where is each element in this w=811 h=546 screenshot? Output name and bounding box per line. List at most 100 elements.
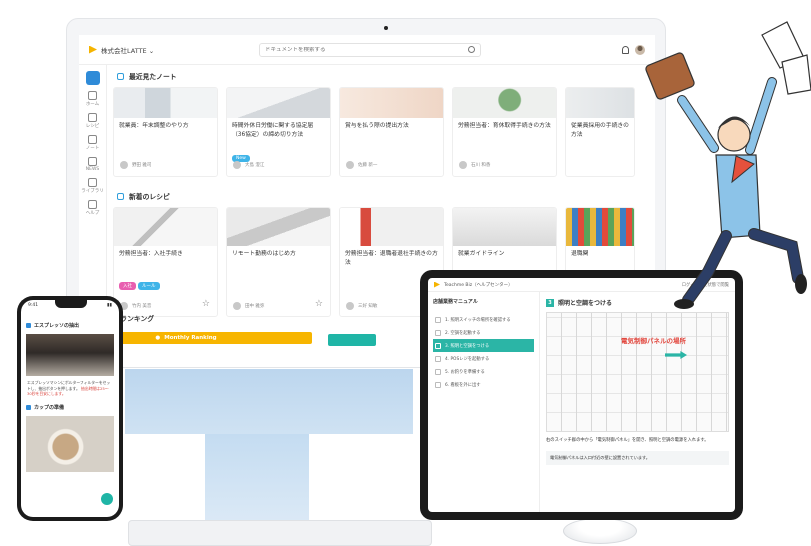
sidebar-item-home[interactable]: ホーム xyxy=(86,91,99,107)
ranking-bar-secondary[interactable] xyxy=(328,334,376,346)
card-author: 野田 雅司 xyxy=(120,161,151,169)
help-icon xyxy=(88,200,97,209)
sidebar-item-note[interactable]: ノート xyxy=(85,135,100,151)
org-name: 株式会社LATTE ⌄ xyxy=(101,46,155,55)
note-card[interactable]: 賞与を払う際の提出方法 佐藤 新一 xyxy=(339,87,444,177)
phone-screen: 9:41 ▮▮ エスプレッソの抽出 エスプレッソマシンにポルターフィルターをセッ… xyxy=(21,300,119,517)
author-avatar xyxy=(233,302,241,310)
callout-label: 電気制御パネルの場所 xyxy=(621,337,686,345)
step-icon xyxy=(26,404,31,410)
toc-item[interactable]: 4. POSレジを起動する xyxy=(433,352,534,365)
toc-item[interactable]: 6. 看板を外に出す xyxy=(433,378,534,391)
author-name: 竹内 美音 xyxy=(132,304,152,309)
note-card[interactable]: 労務担当者：育休取得手続きの方法 石川 和香 xyxy=(452,87,557,177)
pin-icon: ● xyxy=(155,335,161,341)
card-title: 賞与を払う際の提出方法 xyxy=(345,123,409,129)
tag-badge: 入社 xyxy=(119,282,136,290)
checkbox-icon[interactable] xyxy=(435,368,441,375)
ranking-label: Monthly Ranking xyxy=(164,335,217,341)
toc-title: 店舗業務マニュアル xyxy=(433,299,478,305)
note-box: 電気制御パネルは入口付近の壁に設置されています。 xyxy=(546,450,729,466)
card-thumbnail xyxy=(453,88,556,118)
section-title: エスプレッソの抽出 xyxy=(34,323,80,329)
card-thumbnail xyxy=(114,208,217,246)
toc-item-active[interactable]: 3. 照明と空調をつける xyxy=(433,339,534,352)
sidebar-item-recipe[interactable]: レシピ xyxy=(86,113,99,129)
monitor-neck xyxy=(125,369,413,434)
checkbox-icon[interactable] xyxy=(435,342,441,349)
card-title: 時間外休日労働に関する協定届（36協定）の締め切り方法 xyxy=(232,123,314,138)
sidebar-item-news[interactable]: NEWS xyxy=(85,157,100,172)
author-avatar xyxy=(346,302,354,310)
sidebar-item-help[interactable]: ヘルプ xyxy=(85,200,100,216)
toc-label: 5. お釣りを準備する xyxy=(445,369,485,375)
recipe-card[interactable]: リモート勤務のはじめ方 田中 雅弥 ☆ xyxy=(226,207,331,317)
briefcase-icon xyxy=(645,52,695,100)
card-thumbnail xyxy=(340,208,443,246)
author-name: 佐藤 新一 xyxy=(358,163,378,168)
monitor-stand xyxy=(205,434,309,522)
section-header-new: 新着のレシピ xyxy=(117,191,655,201)
step-icon xyxy=(26,323,31,328)
phone-section-header: エスプレッソの抽出 xyxy=(21,319,119,332)
toc-label: 4. POSレジを起動する xyxy=(445,356,490,362)
card-author: 石川 和香 xyxy=(459,161,490,169)
search-icon[interactable] xyxy=(468,46,475,53)
card-thumbnail xyxy=(453,208,556,246)
table-of-contents: 店舗業務マニュアル 1. 照明スイッチの場所を確認する 2. 空調を起動する 3… xyxy=(428,292,540,512)
section-title: 最近見たノート xyxy=(129,73,177,81)
search-box[interactable] xyxy=(259,42,481,57)
toc-item[interactable]: 5. お釣りを準備する xyxy=(433,365,534,378)
section-title: 新着のレシピ xyxy=(129,193,170,201)
sidebar-label: ヘルプ xyxy=(85,211,100,216)
recipe-card[interactable]: 労務担当者：入社手続き 入社 ルール 竹内 美音 ☆ xyxy=(113,207,218,317)
battery-icon: ▮▮ xyxy=(107,303,112,308)
step-number: 3 xyxy=(546,298,554,307)
phone-notch xyxy=(55,300,87,308)
espresso-photo xyxy=(26,334,114,376)
floating-action-button[interactable] xyxy=(101,493,113,505)
card-thumbnail xyxy=(340,88,443,118)
card-title: リモート勤務のはじめ方 xyxy=(232,251,296,257)
smartphone: 9:41 ▮▮ エスプレッソの抽出 エスプレッソマシンにポルターフィルターをセッ… xyxy=(17,296,123,521)
phone-body-text: エスプレッソマシンにポルターフィルターをセットし、抽出ボタンを押します。 抽出時… xyxy=(21,378,119,399)
phone-section-header: カップの準備 xyxy=(21,401,119,414)
news-icon xyxy=(87,157,97,166)
camera-dot xyxy=(384,26,388,30)
checkbox-icon[interactable] xyxy=(435,316,441,323)
brand-flag-icon xyxy=(89,45,97,54)
author-avatar xyxy=(346,161,354,169)
author-name: 石川 和香 xyxy=(471,163,491,168)
star-icon[interactable]: ☆ xyxy=(315,299,323,309)
jumping-man-illustration xyxy=(645,21,811,309)
sidebar-item-library[interactable]: ライブラリ xyxy=(81,178,104,194)
toc-item[interactable]: 1. 照明スイッチの場所を確認する xyxy=(433,313,534,326)
checkbox-icon[interactable] xyxy=(435,381,441,388)
sidebar-label: NEWS xyxy=(85,167,100,172)
org-switcher[interactable]: 株式会社LATTE ⌄ xyxy=(89,45,259,55)
note-card[interactable]: 就業員：年末調整のやり方 野田 雅司 xyxy=(113,87,218,177)
keyboard xyxy=(128,520,432,546)
card-thumbnail xyxy=(114,88,217,118)
sidebar-label: ノート xyxy=(85,146,100,151)
card-author: 田中 雅弥 xyxy=(233,302,264,310)
toc-item[interactable]: 2. 空調を起動する xyxy=(433,326,534,339)
checkbox-icon[interactable] xyxy=(435,355,441,362)
paper-icon xyxy=(781,54,811,95)
library-icon xyxy=(88,178,97,187)
status-time: 9:41 xyxy=(28,303,39,308)
step-body-text: 右のスイッチ群の中から「電気制御パネル」を開き、照明と空調の電源を入れます。 xyxy=(546,438,709,443)
app-logo-icon[interactable] xyxy=(85,71,100,85)
top-bar: 株式会社LATTE ⌄ xyxy=(79,35,655,65)
note-card[interactable]: 時間外休日労働に関する協定届（36協定）の締め切り方法 New 大島 澄江 xyxy=(226,87,331,177)
card-thumbnail xyxy=(227,208,330,246)
checkbox-icon[interactable] xyxy=(435,329,441,336)
search-input[interactable] xyxy=(265,46,445,53)
section-header-recent: 最近見たノート xyxy=(117,71,655,81)
brand-flag-icon xyxy=(434,281,440,288)
card-author: 大島 澄江 xyxy=(233,161,264,169)
star-icon[interactable]: ☆ xyxy=(202,299,210,309)
sidebar-label: ホーム xyxy=(85,102,100,107)
author-avatar xyxy=(233,161,241,169)
step-illustration: 電気制御パネルの場所 xyxy=(546,312,729,432)
